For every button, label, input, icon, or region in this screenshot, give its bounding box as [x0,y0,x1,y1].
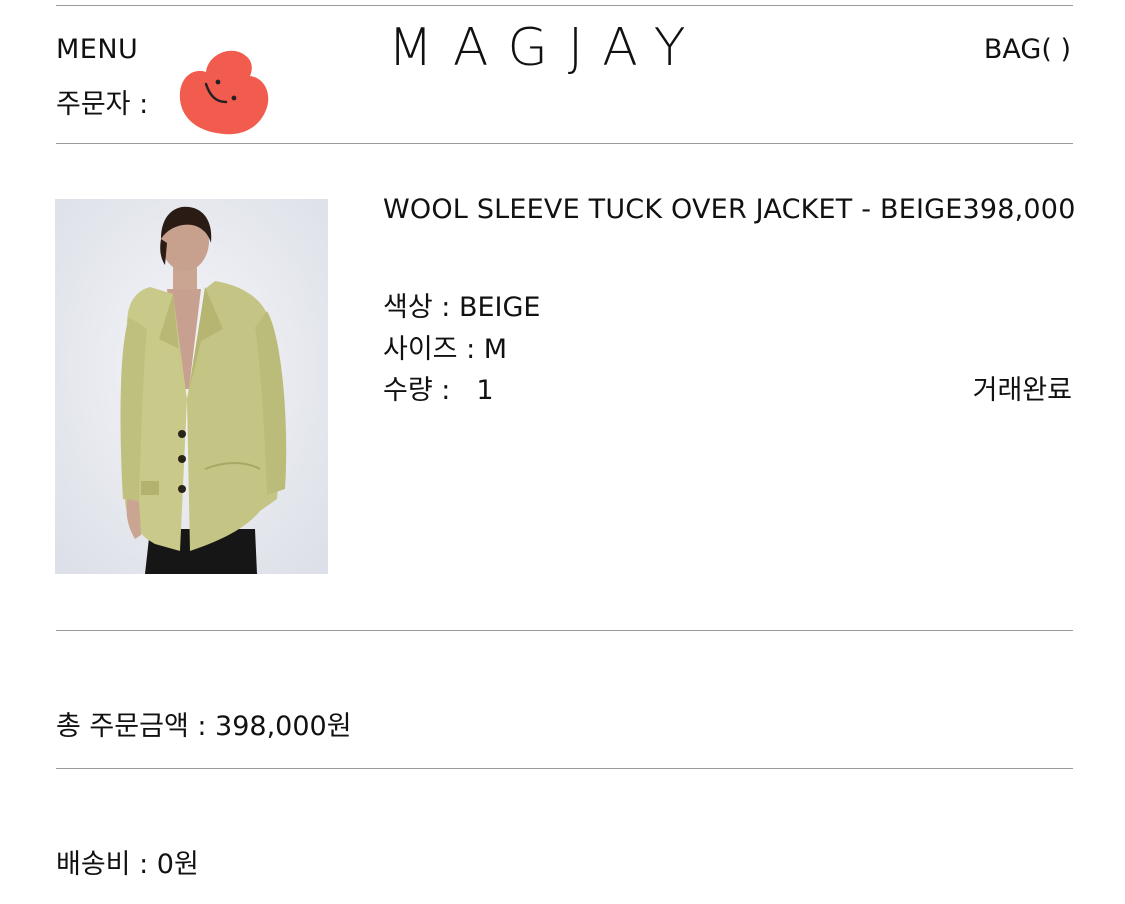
total-divider [56,768,1073,769]
brand-logo[interactable]: MAGJAY [388,18,706,78]
header-divider [56,143,1073,144]
quantity-value: 1 [476,375,494,406]
quantity-label: 수량 : [383,375,451,406]
menu-button[interactable]: MENU [56,34,138,65]
smiley-heart-sticker-icon [179,50,269,135]
size-option: 사이즈 : M [383,334,508,365]
orderer-label: 주문자 : [56,89,149,120]
product-price: 398,000 [962,194,1076,225]
bag-button[interactable]: BAG( ) [984,34,1071,65]
order-status: 거래완료 [972,375,1072,406]
product-divider [56,630,1073,631]
quantity-option: 수량 : 1 [383,368,494,407]
top-divider [56,5,1073,6]
product-name[interactable]: WOOL SLEEVE TUCK OVER JACKET - BEIGE398,… [383,194,1076,225]
total-amount: 총 주문금액 : 398,000원 [56,711,352,742]
color-option: 색상 : BEIGE [383,292,541,323]
product-image [55,199,328,574]
shipping-fee: 배송비 : 0원 [56,849,199,880]
